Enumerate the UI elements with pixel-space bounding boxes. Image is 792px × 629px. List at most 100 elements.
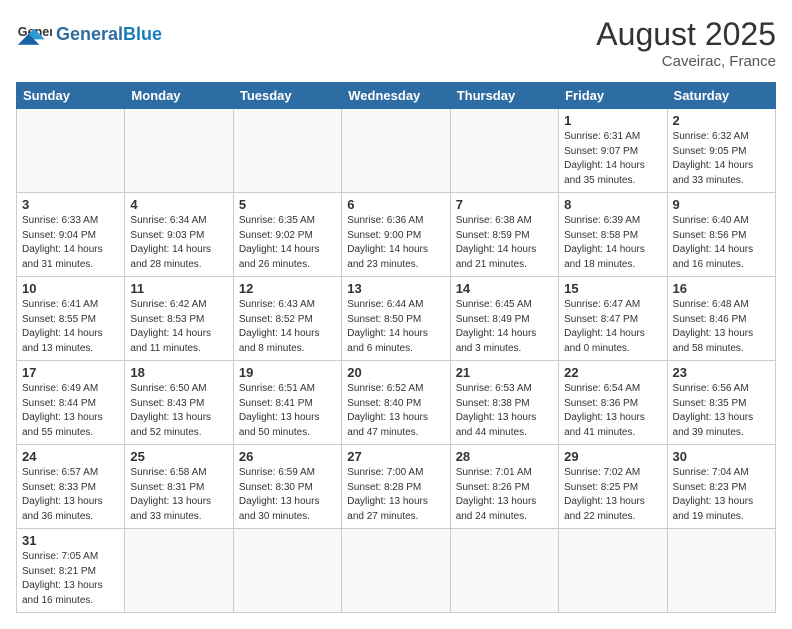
day-number: 17 <box>22 365 119 380</box>
day-number: 6 <box>347 197 444 212</box>
day-info: Sunrise: 6:35 AM Sunset: 9:02 PM Dayligh… <box>239 214 336 272</box>
calendar-week-2: 3 Sunrise: 6:33 AM Sunset: 9:04 PM Daylig… <box>17 193 776 277</box>
day-info: Sunrise: 7:00 AM Sunset: 8:28 PM Dayligh… <box>347 466 444 524</box>
logo-text: GeneralBlue <box>56 25 162 43</box>
day-number: 4 <box>130 197 227 212</box>
day-info: Sunrise: 6:53 AM Sunset: 8:38 PM Dayligh… <box>456 382 553 440</box>
day-number: 18 <box>130 365 227 380</box>
day-number: 25 <box>130 449 227 464</box>
calendar-header-row: SundayMondayTuesdayWednesdayThursdayFrid… <box>17 83 776 109</box>
calendar-cell <box>559 529 667 613</box>
calendar-cell: 8 Sunrise: 6:39 AM Sunset: 8:58 PM Daylig… <box>559 193 667 277</box>
day-info: Sunrise: 6:56 AM Sunset: 8:35 PM Dayligh… <box>673 382 770 440</box>
day-number: 3 <box>22 197 119 212</box>
day-number: 22 <box>564 365 661 380</box>
day-number: 10 <box>22 281 119 296</box>
calendar-cell: 27 Sunrise: 7:00 AM Sunset: 8:28 PM Dayli… <box>342 445 450 529</box>
day-header-monday: Monday <box>125 83 233 109</box>
day-number: 16 <box>673 281 770 296</box>
day-info: Sunrise: 6:57 AM Sunset: 8:33 PM Dayligh… <box>22 466 119 524</box>
day-info: Sunrise: 6:50 AM Sunset: 8:43 PM Dayligh… <box>130 382 227 440</box>
day-number: 21 <box>456 365 553 380</box>
day-info: Sunrise: 6:42 AM Sunset: 8:53 PM Dayligh… <box>130 298 227 356</box>
calendar-cell: 2 Sunrise: 6:32 AM Sunset: 9:05 PM Daylig… <box>667 109 775 193</box>
day-info: Sunrise: 6:44 AM Sunset: 8:50 PM Dayligh… <box>347 298 444 356</box>
day-number: 31 <box>22 533 119 548</box>
calendar-cell: 23Sunrise: 6:56 AM Sunset: 8:35 PM Dayli… <box>667 361 775 445</box>
calendar-cell: 18 Sunrise: 6:50 AM Sunset: 8:43 PM Dayli… <box>125 361 233 445</box>
day-header-tuesday: Tuesday <box>233 83 341 109</box>
day-number: 13 <box>347 281 444 296</box>
calendar-cell: 4 Sunrise: 6:34 AM Sunset: 9:03 PM Daylig… <box>125 193 233 277</box>
day-number: 12 <box>239 281 336 296</box>
day-info: Sunrise: 6:58 AM Sunset: 8:31 PM Dayligh… <box>130 466 227 524</box>
day-number: 19 <box>239 365 336 380</box>
day-info: Sunrise: 6:32 AM Sunset: 9:05 PM Dayligh… <box>673 130 770 188</box>
day-info: Sunrise: 6:51 AM Sunset: 8:41 PM Dayligh… <box>239 382 336 440</box>
day-number: 1 <box>564 113 661 128</box>
calendar-week-1: 1 Sunrise: 6:31 AM Sunset: 9:07 PM Daylig… <box>17 109 776 193</box>
calendar-week-6: 31 Sunrise: 7:05 AM Sunset: 8:21 PM Dayli… <box>17 529 776 613</box>
header: General GeneralBlue August 2025 Caveirac… <box>16 16 776 70</box>
calendar-cell: 30 Sunrise: 7:04 AM Sunset: 8:23 PM Dayli… <box>667 445 775 529</box>
calendar-cell: 12 Sunrise: 6:43 AM Sunset: 8:52 PM Dayli… <box>233 277 341 361</box>
day-header-friday: Friday <box>559 83 667 109</box>
calendar-cell: 22 Sunrise: 6:54 AM Sunset: 8:36 PM Dayli… <box>559 361 667 445</box>
day-number: 28 <box>456 449 553 464</box>
calendar-cell: 15Sunrise: 6:47 AM Sunset: 8:47 PM Dayli… <box>559 277 667 361</box>
day-header-thursday: Thursday <box>450 83 558 109</box>
calendar-cell: 7Sunrise: 6:38 AM Sunset: 8:59 PM Daylig… <box>450 193 558 277</box>
day-info: Sunrise: 6:47 AM Sunset: 8:47 PM Dayligh… <box>564 298 661 356</box>
calendar-cell: 9 Sunrise: 6:40 AM Sunset: 8:56 PM Daylig… <box>667 193 775 277</box>
calendar-cell <box>233 109 341 193</box>
day-info: Sunrise: 6:39 AM Sunset: 8:58 PM Dayligh… <box>564 214 661 272</box>
day-info: Sunrise: 6:59 AM Sunset: 8:30 PM Dayligh… <box>239 466 336 524</box>
calendar-cell <box>450 529 558 613</box>
calendar-cell: 10 Sunrise: 6:41 AM Sunset: 8:55 PM Dayli… <box>17 277 125 361</box>
calendar-cell <box>125 529 233 613</box>
day-header-saturday: Saturday <box>667 83 775 109</box>
day-number: 30 <box>673 449 770 464</box>
logo: General GeneralBlue <box>16 16 162 52</box>
day-info: Sunrise: 6:52 AM Sunset: 8:40 PM Dayligh… <box>347 382 444 440</box>
calendar-cell: 28 Sunrise: 7:01 AM Sunset: 8:26 PM Dayli… <box>450 445 558 529</box>
day-number: 20 <box>347 365 444 380</box>
day-info: Sunrise: 6:54 AM Sunset: 8:36 PM Dayligh… <box>564 382 661 440</box>
calendar-cell <box>667 529 775 613</box>
calendar-cell: 29 Sunrise: 7:02 AM Sunset: 8:25 PM Dayli… <box>559 445 667 529</box>
day-info: Sunrise: 6:34 AM Sunset: 9:03 PM Dayligh… <box>130 214 227 272</box>
day-number: 8 <box>564 197 661 212</box>
day-info: Sunrise: 6:41 AM Sunset: 8:55 PM Dayligh… <box>22 298 119 356</box>
day-number: 9 <box>673 197 770 212</box>
day-info: Sunrise: 7:05 AM Sunset: 8:21 PM Dayligh… <box>22 550 119 608</box>
calendar-cell: 16Sunrise: 6:48 AM Sunset: 8:46 PM Dayli… <box>667 277 775 361</box>
calendar-week-5: 24 Sunrise: 6:57 AM Sunset: 8:33 PM Dayli… <box>17 445 776 529</box>
day-number: 14 <box>456 281 553 296</box>
calendar-cell: 20 Sunrise: 6:52 AM Sunset: 8:40 PM Dayli… <box>342 361 450 445</box>
calendar-cell: 19 Sunrise: 6:51 AM Sunset: 8:41 PM Dayli… <box>233 361 341 445</box>
day-number: 24 <box>22 449 119 464</box>
logo-icon: General <box>16 16 52 52</box>
calendar-table: SundayMondayTuesdayWednesdayThursdayFrid… <box>16 82 776 613</box>
calendar-cell: 14Sunrise: 6:45 AM Sunset: 8:49 PM Dayli… <box>450 277 558 361</box>
day-info: Sunrise: 6:43 AM Sunset: 8:52 PM Dayligh… <box>239 298 336 356</box>
calendar-cell <box>17 109 125 193</box>
day-info: Sunrise: 7:04 AM Sunset: 8:23 PM Dayligh… <box>673 466 770 524</box>
day-info: Sunrise: 6:40 AM Sunset: 8:56 PM Dayligh… <box>673 214 770 272</box>
day-info: Sunrise: 6:33 AM Sunset: 9:04 PM Dayligh… <box>22 214 119 272</box>
day-info: Sunrise: 6:36 AM Sunset: 9:00 PM Dayligh… <box>347 214 444 272</box>
day-info: Sunrise: 6:31 AM Sunset: 9:07 PM Dayligh… <box>564 130 661 188</box>
day-number: 2 <box>673 113 770 128</box>
day-info: Sunrise: 6:38 AM Sunset: 8:59 PM Dayligh… <box>456 214 553 272</box>
day-number: 29 <box>564 449 661 464</box>
day-info: Sunrise: 7:01 AM Sunset: 8:26 PM Dayligh… <box>456 466 553 524</box>
day-header-wednesday: Wednesday <box>342 83 450 109</box>
day-info: Sunrise: 6:49 AM Sunset: 8:44 PM Dayligh… <box>22 382 119 440</box>
day-info: Sunrise: 7:02 AM Sunset: 8:25 PM Dayligh… <box>564 466 661 524</box>
calendar-cell: 6 Sunrise: 6:36 AM Sunset: 9:00 PM Daylig… <box>342 193 450 277</box>
day-number: 26 <box>239 449 336 464</box>
day-number: 27 <box>347 449 444 464</box>
calendar-cell: 3 Sunrise: 6:33 AM Sunset: 9:04 PM Daylig… <box>17 193 125 277</box>
location: Caveirac, France <box>596 53 776 70</box>
day-number: 11 <box>130 281 227 296</box>
